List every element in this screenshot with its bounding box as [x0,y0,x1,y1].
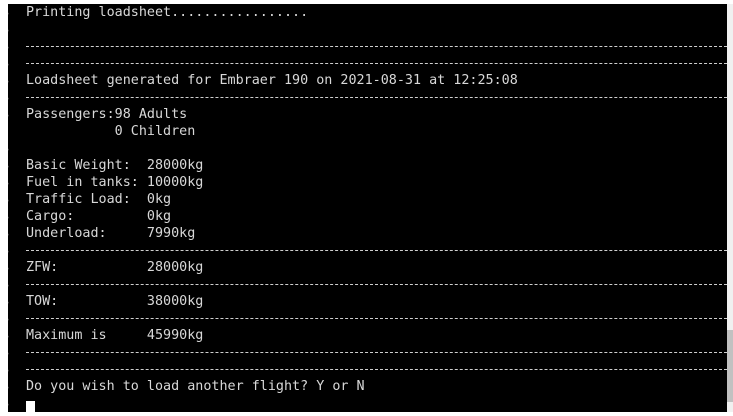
terminal-line: $Basic Weight: 28000kg [0,157,727,174]
line-text: ZFW: 28000kg [26,260,204,275]
dashed-rule [26,352,727,353]
text-cursor[interactable] [26,401,35,412]
terminal-line: $ZFW: 28000kg [0,259,727,276]
line-text: 0 Children [26,124,196,139]
terminal-output[interactable]: $Printing loadsheet.................$$$$… [0,4,727,412]
left-gutter [0,0,8,416]
terminal-line: $Underload: 7990kg [0,225,727,242]
input-line[interactable]: $ [0,395,727,412]
dashed-rule [26,63,727,64]
separator-line: $ [0,89,727,106]
separator-line: $ [0,242,727,259]
line-text: Traffic Load: 0kg [26,192,172,207]
dashed-rule [26,284,727,285]
separator-line: $ [0,361,727,378]
line-text: TOW: 38000kg [26,294,204,309]
terminal-line: $Do you wish to load another flight? Y o… [0,378,727,395]
dashed-rule [26,250,727,251]
scrollbar-thumb[interactable] [727,330,733,402]
line-text: Do you wish to load another flight? Y or… [26,379,365,394]
terminal-line: $TOW: 38000kg [0,293,727,310]
line-text: Loadsheet generated for Embraer 190 on 2… [26,73,518,88]
line-text: Fuel in tanks: 10000kg [26,175,204,190]
line-text: Basic Weight: 28000kg [26,158,204,173]
line-text: Cargo: 0kg [26,209,172,224]
line-text: Passengers:98 Adults [26,107,188,122]
separator-line: $ [0,310,727,327]
terminal-line: $Traffic Load: 0kg [0,191,727,208]
separator-line: $ [0,38,727,55]
line-text: Printing loadsheet................. [26,5,309,20]
dashed-rule [26,46,727,47]
dashed-rule [26,97,727,98]
line-text: Maximum is 45990kg [26,328,204,343]
terminal-line: $Printing loadsheet................. [0,4,727,21]
line-text: Underload: 7990kg [26,226,196,241]
dashed-rule [26,318,727,319]
vertical-scrollbar[interactable] [727,4,733,412]
terminal-line: $Loadsheet generated for Embraer 190 on … [0,72,727,89]
terminal-line: $ [0,21,727,38]
terminal-line: $ [0,140,727,157]
terminal-line: $Cargo: 0kg [0,208,727,225]
terminal-line: $Fuel in tanks: 10000kg [0,174,727,191]
dashed-rule [26,369,727,370]
terminal-line: $Passengers:98 Adults [0,106,727,123]
separator-line: $ [0,344,727,361]
terminal-line: $Maximum is 45990kg [0,327,727,344]
terminal-line: 0 Children [0,123,727,140]
separator-line: $ [0,55,727,72]
separator-line: $ [0,276,727,293]
